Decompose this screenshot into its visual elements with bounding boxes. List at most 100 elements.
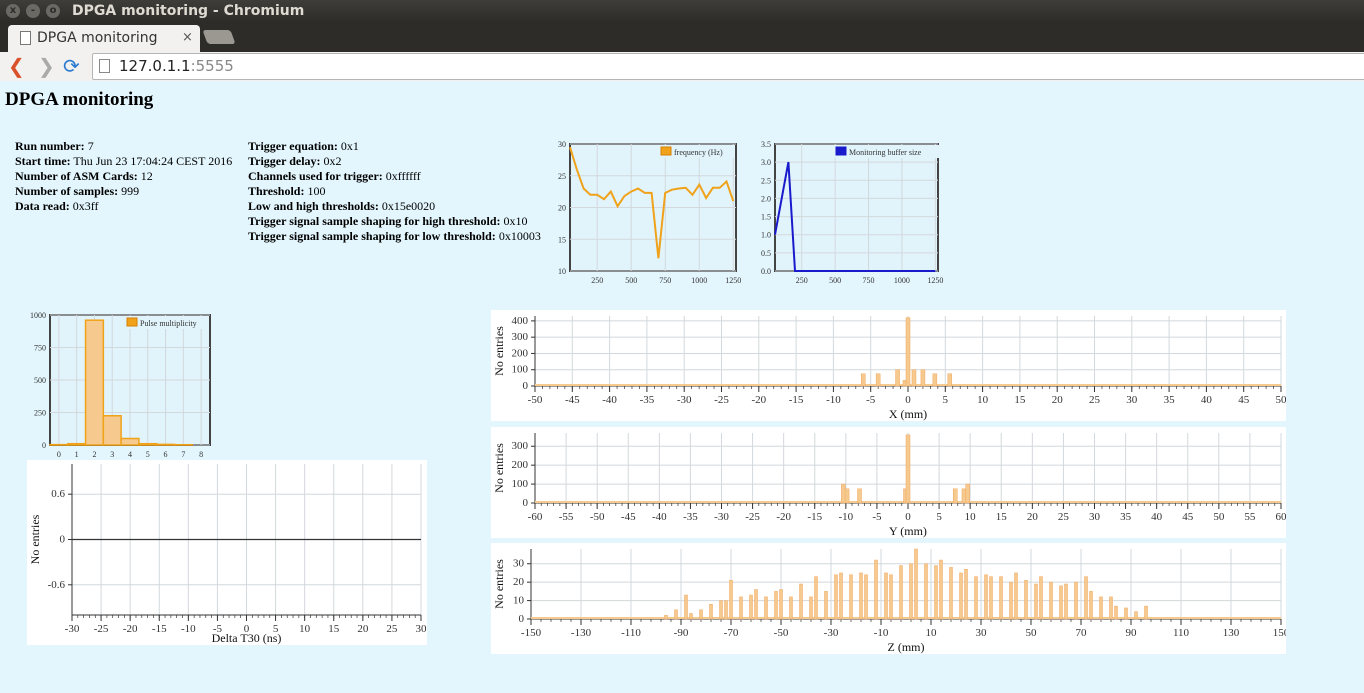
bar [964,569,968,620]
x-tick-label: -15 [789,394,804,406]
x-tick-label: 5 [936,511,942,523]
bar [724,600,728,620]
x-tick-label: -45 [565,394,580,406]
bar [1014,572,1018,620]
forward-button[interactable]: ❯ [38,54,55,78]
legend-label: Monitoring buffer size [849,148,922,157]
x-tick-label: 1 [75,450,79,459]
x-tick-label: 5 [943,394,949,406]
bar [884,572,888,620]
x-tick-label: 35 [1164,394,1176,406]
x-tick-label: -30 [65,623,80,635]
y-tick-label: 10 [558,267,566,276]
bar [1024,580,1028,620]
x-tick-label: -30 [714,511,729,523]
back-button[interactable]: ❮ [8,54,25,78]
bar [864,574,868,620]
y-tick-label: 0 [42,441,46,450]
bar [689,613,693,620]
bar [664,615,668,620]
run-info: Run number: 7 Start time: Thu Jun 23 17:… [15,139,232,214]
bar [120,437,140,446]
y-tick-label: 3.0 [761,158,771,167]
x-axis-label: Delta T30 (ns) [212,631,282,645]
y-tick-label: 0.0 [761,267,771,276]
reload-button[interactable]: ⟳ [63,54,80,78]
bar [947,373,953,387]
bar [749,594,753,620]
y-tick-label: 300 [512,331,529,343]
frequency-chart: 250 500 750 1000 1250 10 15 20 25 30 frequency (Hz… [558,140,741,285]
window-minimize-button[interactable]: - [26,4,40,18]
new-tab-button[interactable] [202,30,236,44]
x-tick-label: 500 [829,276,841,285]
bar [799,583,803,620]
x-tick-label: -50 [774,627,789,639]
x-tick-label: 150 [1273,627,1286,639]
x-tick-label: 40 [1201,394,1213,406]
browser-toolbar: ❮ ❯ ⟳ 127.0.1.1:5555 [0,52,1364,82]
info-threshold: Threshold: 100 [248,184,326,198]
x-tick-label: 30 [1126,394,1138,406]
tab-close-icon[interactable]: × [182,30,193,45]
bar [905,434,911,504]
bar [1124,607,1128,620]
x-tick-label: -30 [824,627,839,639]
address-bar[interactable]: 127.0.1.1:5555 [92,53,1364,80]
bar [849,574,853,620]
y-histogram: -60 -55 -50 -45 -40 -35 -30 -25 -20 -15 -10 -5 0 5 10 1… [491,427,1286,538]
x-tick-label: -20 [751,394,766,406]
y-tick-label: 0 [523,497,529,509]
bar [844,488,850,504]
x-tick-label: 45 [1182,511,1194,523]
info-data-read: Data read: 0x3ff [15,199,99,213]
x-tick-label: 25 [386,623,398,635]
bar [84,319,105,446]
window-maximize-button[interactable]: o [46,4,60,18]
x-tick-label: 750 [863,276,875,285]
plot-area [774,143,939,272]
x-tick-label: -50 [590,511,605,523]
plot-area [531,549,1281,619]
info-low-high-thresholds: Low and high thresholds: 0x15e0020 [248,199,436,213]
bar [824,591,828,620]
bar [809,596,813,620]
bar [1144,605,1148,620]
bar [1109,596,1113,620]
bar [860,373,866,387]
info-trigger-channels: Channels used for trigger: 0xffffff [248,169,421,183]
x-axis-label: X (mm) [889,407,927,421]
x-tick-label: 1250 [725,276,741,285]
x-tick-label: 7 [181,450,185,459]
x-tick-label: -35 [640,394,655,406]
bar [1114,605,1118,620]
info-start-time: Start time: Thu Jun 23 17:04:24 CEST 201… [15,154,233,168]
url-text: 127.0.1.1:5555 [119,57,234,75]
info-run-number: Run number: 7 [15,139,94,153]
bar [1059,585,1063,620]
tab-dpga-monitoring[interactable]: DPGA monitoring × [8,25,200,52]
bar [774,591,778,620]
x-tick-label: 1000 [691,276,707,285]
bar [859,572,863,620]
y-tick-label: 300 [512,440,529,452]
y-tick-label: 1.5 [761,213,771,222]
x-tick-label: 15 [996,511,1008,523]
window-close-button[interactable]: x [6,4,20,18]
x-tick-label: 10 [977,394,989,406]
x-tick-label: 1000 [894,276,910,285]
bar [874,559,878,620]
bar [684,594,688,620]
y-tick-label: 10 [513,595,525,607]
x-tick-label: 70 [1076,627,1088,639]
bar [674,609,678,620]
x-tick-label: 110 [1173,627,1190,639]
y-tick-label: 20 [513,576,525,588]
bar [814,576,818,620]
x-tick-label: 20 [1027,511,1039,523]
bar [1064,583,1068,620]
bar [932,373,938,387]
x-tick-label: 30 [976,627,988,639]
y-tick-label: 200 [512,459,529,471]
bar [939,559,943,620]
